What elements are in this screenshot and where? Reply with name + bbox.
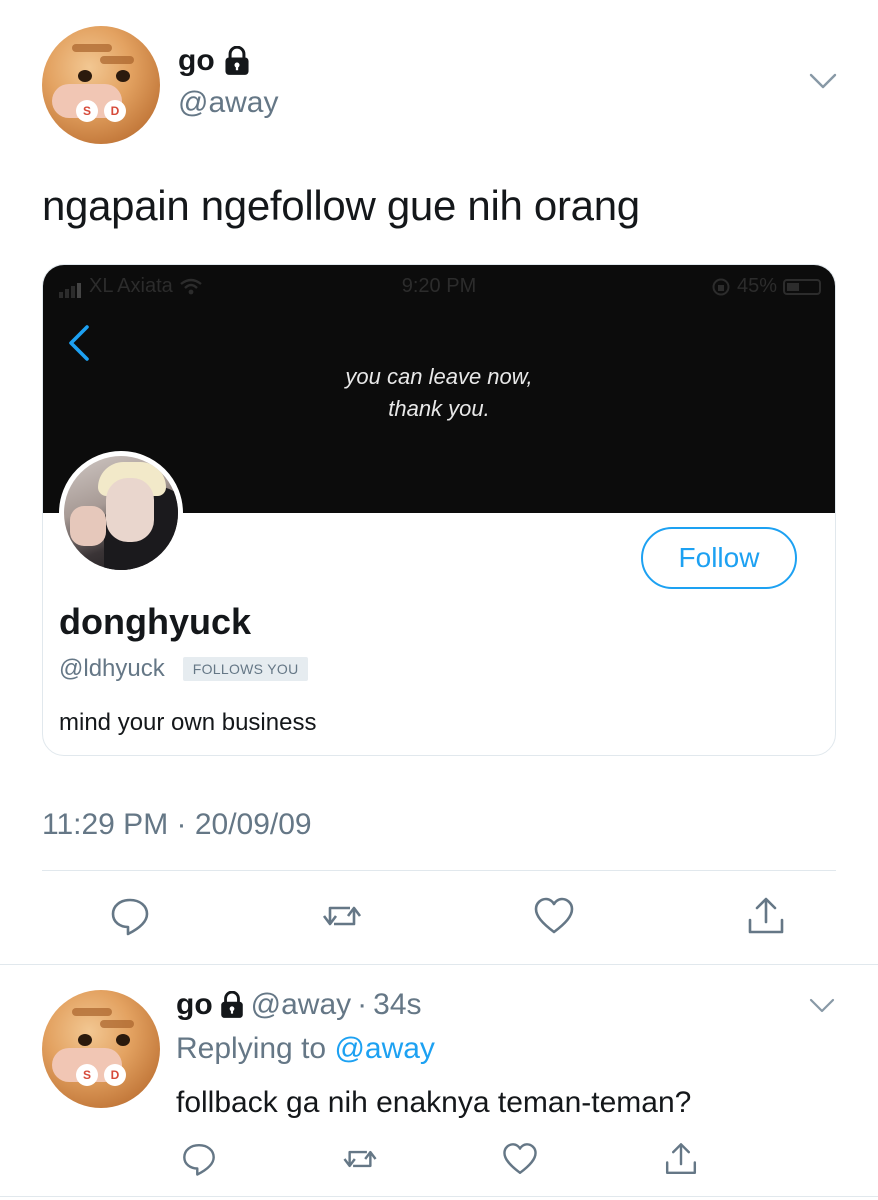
profile-handle: @ldhyuck [59, 655, 165, 682]
chevron-down-icon[interactable] [808, 70, 838, 92]
retweet-icon[interactable] [341, 1140, 379, 1178]
replying-to-prefix: Replying to [176, 1032, 327, 1065]
tweet-timestamp[interactable]: 11:29 PM · 20/09/09 [42, 808, 312, 842]
divider [0, 1196, 878, 1197]
tweet-actions [108, 894, 788, 938]
author-display-name[interactable]: go [178, 44, 215, 78]
chevron-down-icon[interactable] [808, 996, 836, 1016]
phone-status-bar: XL Axiata 9:20 PM 45% [43, 271, 835, 301]
like-heart-icon[interactable] [532, 894, 576, 938]
author-handle[interactable]: @away [178, 86, 279, 120]
author-avatar[interactable]: S D [42, 26, 160, 144]
divider [0, 964, 878, 965]
profile-handle-row: @ldhyuck FOLLOWS YOU [59, 655, 309, 683]
reply-icon[interactable] [108, 894, 152, 938]
tweet-text: ngapain ngefollow gue nih orang [42, 182, 640, 229]
cat-eye [116, 1034, 130, 1046]
orientation-lock-icon [712, 278, 730, 295]
reply-actions [180, 1140, 700, 1178]
cat-eye [78, 1034, 92, 1046]
divider [42, 870, 836, 871]
like-heart-icon[interactable] [501, 1140, 539, 1178]
author-name-row: go [178, 44, 251, 78]
avatar-badge-s: S [76, 1064, 98, 1086]
tweet-header: S D go @away [42, 26, 842, 144]
cat-eye [78, 70, 92, 82]
follows-you-badge: FOLLOWS YOU [182, 657, 309, 681]
banner-caption: you can leave now, thank you. [43, 361, 835, 425]
back-chevron-icon [69, 325, 89, 361]
banner-caption-line-1: you can leave now, [345, 364, 533, 389]
battery-percent: 45% [736, 275, 777, 297]
avatar-badge-d: D [104, 100, 126, 122]
reply-author-handle[interactable]: @away [251, 988, 352, 1022]
replying-to: Replying to @away [176, 1032, 435, 1066]
profile-avatar [59, 451, 183, 575]
tweet-media-image[interactable]: XL Axiata 9:20 PM 45% you can leave now,… [42, 264, 836, 756]
cat-eye [116, 70, 130, 82]
retweet-icon[interactable] [320, 894, 364, 938]
share-icon[interactable] [744, 894, 788, 938]
follow-button: Follow [641, 527, 797, 589]
profile-name: donghyuck [59, 601, 252, 642]
reply-icon[interactable] [180, 1140, 218, 1178]
profile-bio: mind your own business [59, 709, 317, 736]
reply-author-name[interactable]: go [176, 988, 213, 1022]
battery-icon [783, 278, 821, 295]
reply-separator: · [357, 988, 368, 1021]
reply-author-avatar[interactable]: S D [42, 990, 160, 1108]
share-icon[interactable] [662, 1140, 700, 1178]
avatar-badge-d: D [104, 1064, 126, 1086]
lock-icon [220, 991, 243, 1018]
reply-time[interactable]: 34s [373, 988, 421, 1022]
reply-header: go @away · 34s [176, 988, 422, 1022]
banner-caption-line-2: thank you. [388, 396, 490, 421]
replying-to-mention[interactable]: @away [334, 1032, 435, 1065]
avatar-badge-s: S [76, 100, 98, 122]
reply-text: follback ga nih enaknya teman-teman? [176, 1086, 692, 1119]
lock-icon [225, 46, 249, 75]
